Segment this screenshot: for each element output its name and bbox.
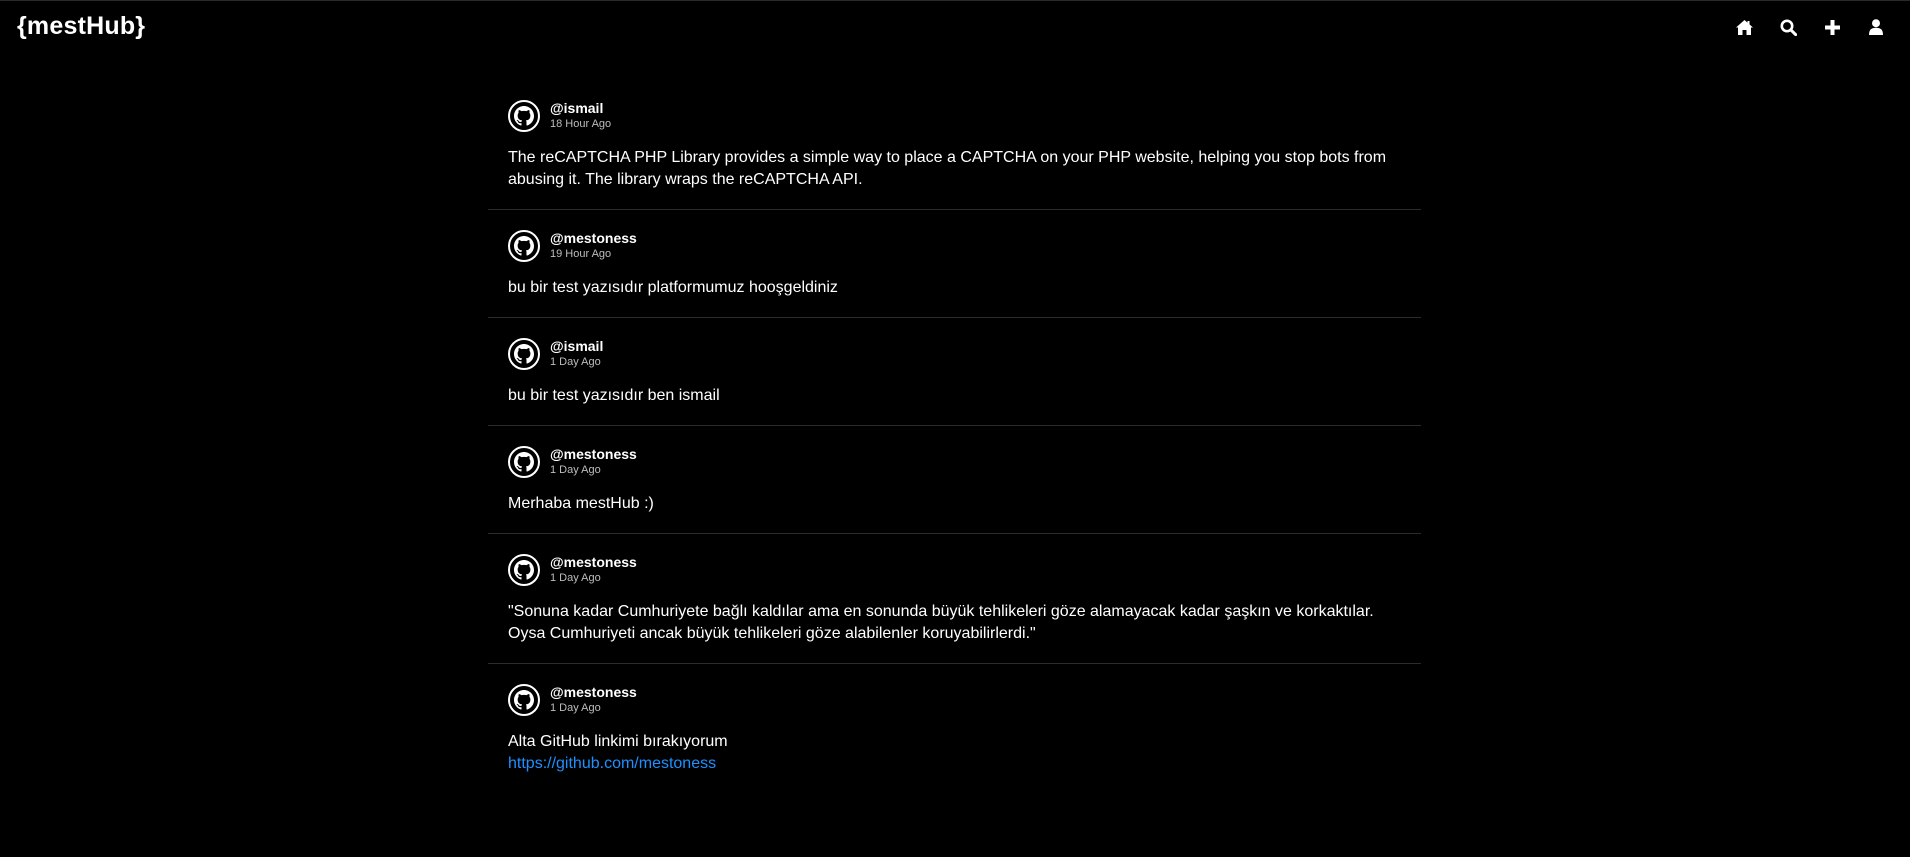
post-header: @mestoness 1 Day Ago — [508, 682, 1401, 717]
post-header: @mestoness 19 Hour Ago — [508, 228, 1401, 263]
post-item: @ismail 1 Day Ago bu bir test yazısıdır … — [488, 318, 1421, 426]
profile-button[interactable] — [1854, 16, 1898, 38]
github-icon — [514, 559, 534, 580]
avatar[interactable] — [508, 99, 540, 132]
post-item: @mestoness 19 Hour Ago bu bir test yazıs… — [488, 210, 1421, 318]
post-username[interactable]: @mestoness — [550, 230, 637, 247]
post-meta: @mestoness 1 Day Ago — [550, 684, 637, 715]
post-time: 1 Day Ago — [550, 572, 601, 584]
post-username[interactable]: @mestoness — [550, 684, 637, 701]
home-button[interactable] — [1722, 16, 1766, 38]
post-time: 1 Day Ago — [550, 356, 601, 368]
post-meta: @ismail 18 Hour Ago — [550, 100, 611, 131]
github-icon — [514, 689, 534, 710]
avatar[interactable] — [508, 445, 540, 478]
search-button[interactable] — [1766, 16, 1810, 38]
post-body: The reCAPTCHA PHP Library provides a sim… — [508, 149, 1387, 188]
post-header: @ismail 1 Day Ago — [508, 336, 1401, 371]
post-username[interactable]: @ismail — [550, 338, 603, 355]
post-link[interactable]: https://github.com/mestoness — [508, 753, 1401, 775]
post-body: "Sonuna kadar Cumhuriyete bağlı kaldılar… — [508, 603, 1374, 642]
post-meta: @mestoness 1 Day Ago — [550, 446, 637, 477]
user-icon — [1869, 19, 1883, 35]
post-header: @mestoness 1 Day Ago — [508, 552, 1401, 587]
add-post-button[interactable] — [1810, 16, 1854, 38]
post-body: Merhaba mestHub :) — [508, 495, 654, 512]
post-item: @mestoness 1 Day Ago Merhaba mestHub :) — [488, 426, 1421, 534]
post-header: @ismail 18 Hour Ago — [508, 98, 1401, 133]
post-header: @mestoness 1 Day Ago — [508, 444, 1401, 479]
nav-icons — [1722, 16, 1898, 38]
github-icon — [514, 451, 534, 472]
post-item: @ismail 18 Hour Ago The reCAPTCHA PHP Li… — [488, 80, 1421, 210]
home-icon — [1735, 19, 1753, 35]
post-meta: @ismail 1 Day Ago — [550, 338, 603, 369]
github-icon — [514, 343, 534, 364]
post-time: 1 Day Ago — [550, 464, 601, 476]
post-time: 18 Hour Ago — [550, 118, 612, 130]
post-username[interactable]: @mestoness — [550, 554, 637, 571]
github-icon — [514, 235, 534, 256]
avatar[interactable] — [508, 683, 540, 716]
avatar[interactable] — [508, 553, 540, 586]
post-time: 1 Day Ago — [550, 702, 601, 714]
post-item: @mestoness 1 Day Ago Alta GitHub linkimi… — [488, 664, 1421, 793]
post-username[interactable]: @ismail — [550, 100, 611, 117]
post-time: 19 Hour Ago — [550, 248, 612, 260]
post-feed: @ismail 18 Hour Ago The reCAPTCHA PHP Li… — [488, 80, 1421, 793]
post-meta: @mestoness 1 Day Ago — [550, 554, 637, 585]
avatar[interactable] — [508, 229, 540, 262]
brand-logo[interactable]: {mestHub} — [17, 12, 145, 41]
avatar[interactable] — [508, 337, 540, 370]
search-icon — [1780, 19, 1797, 36]
github-icon — [514, 105, 534, 126]
post-body: bu bir test yazısıdır platformumuz hooşg… — [508, 279, 838, 296]
post-body: Alta GitHub linkimi bırakıyorum — [508, 733, 728, 750]
post-username[interactable]: @mestoness — [550, 446, 637, 463]
top-navbar: {mestHub} — [0, 0, 1910, 54]
post-body: bu bir test yazısıdır ben ismail — [508, 387, 720, 404]
plus-icon — [1824, 19, 1840, 35]
post-meta: @mestoness 19 Hour Ago — [550, 230, 637, 261]
post-item: @mestoness 1 Day Ago "Sonuna kadar Cumhu… — [488, 534, 1421, 664]
